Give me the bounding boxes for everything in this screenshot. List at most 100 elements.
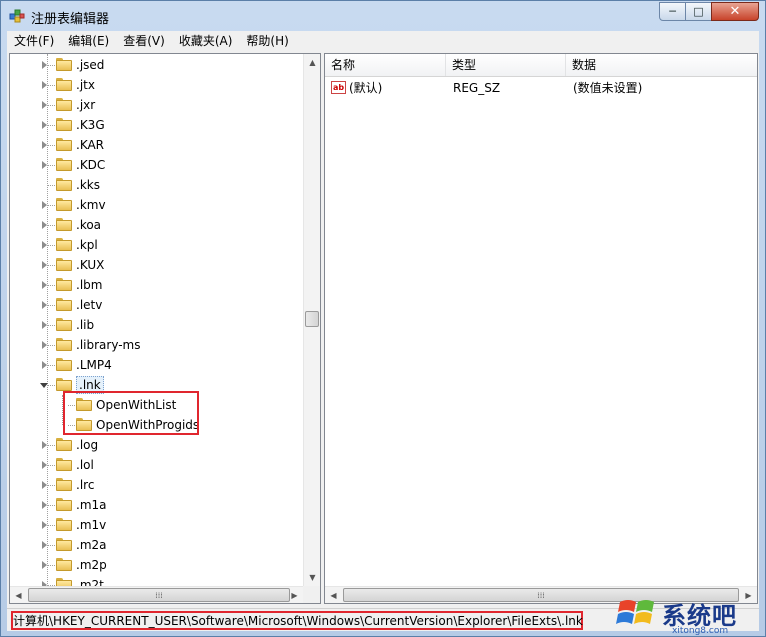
tree-item-label: .log bbox=[76, 438, 99, 452]
expand-arrow-icon[interactable] bbox=[42, 221, 47, 229]
tree-item-label: .jxr bbox=[76, 98, 96, 112]
expand-arrow-icon[interactable] bbox=[42, 121, 47, 129]
tree-item[interactable]: .m2p bbox=[10, 555, 303, 575]
expand-arrow-icon[interactable] bbox=[42, 341, 47, 349]
tree-item[interactable]: .m2t bbox=[10, 575, 303, 586]
folder-icon bbox=[56, 578, 72, 586]
expand-arrow-icon[interactable] bbox=[42, 561, 47, 569]
folder-icon bbox=[56, 538, 72, 551]
maximize-button[interactable]: □ bbox=[685, 2, 712, 21]
tree-item[interactable]: .lbm bbox=[10, 275, 303, 295]
expand-arrow-icon[interactable] bbox=[42, 241, 47, 249]
expand-arrow-icon[interactable] bbox=[42, 61, 47, 69]
values-pane: 名称 类型 数据 ab (默认) REG_SZ (数值未设置) ◀ ⁞⁞⁞ ▶ bbox=[324, 53, 758, 604]
tree-item-label: .LMP4 bbox=[76, 358, 112, 372]
collapse-arrow-icon[interactable] bbox=[40, 383, 48, 388]
tree-item-label: .m1v bbox=[76, 518, 107, 532]
folder-icon bbox=[56, 158, 72, 171]
tree-item[interactable]: .m2a bbox=[10, 535, 303, 555]
tree-item[interactable]: .kmv bbox=[10, 195, 303, 215]
close-button[interactable]: ✕ bbox=[711, 2, 759, 21]
expand-arrow-icon[interactable] bbox=[42, 321, 47, 329]
tree-item[interactable]: .jtx bbox=[10, 75, 303, 95]
expand-arrow-icon[interactable] bbox=[42, 301, 47, 309]
expand-arrow-icon[interactable] bbox=[42, 261, 47, 269]
folder-icon bbox=[56, 58, 72, 71]
expand-arrow-icon[interactable] bbox=[42, 481, 47, 489]
tree-item-label: .jtx bbox=[76, 78, 95, 92]
expand-arrow-icon[interactable] bbox=[42, 541, 47, 549]
tree-item-label: .library-ms bbox=[76, 338, 141, 352]
scroll-left-icon[interactable]: ◀ bbox=[10, 587, 27, 603]
grip-icon: ⁞⁞⁞ bbox=[155, 590, 163, 600]
tree-item[interactable]: .KDC bbox=[10, 155, 303, 175]
scroll-up-icon[interactable]: ▲ bbox=[304, 54, 320, 71]
tree-item[interactable]: .log bbox=[10, 435, 303, 455]
folder-icon bbox=[56, 118, 72, 131]
folder-icon bbox=[56, 138, 72, 151]
tree-horizontal-scrollbar[interactable]: ◀ ⁞⁞⁞ ▶ bbox=[10, 586, 303, 603]
maximize-icon: □ bbox=[693, 5, 704, 18]
tree-item[interactable]: .letv bbox=[10, 295, 303, 315]
tree-item[interactable]: .KAR bbox=[10, 135, 303, 155]
menu-favorites[interactable]: 收藏夹(A) bbox=[172, 31, 240, 51]
tree-item[interactable]: .kks bbox=[10, 175, 303, 195]
expand-arrow-icon[interactable] bbox=[42, 361, 47, 369]
expand-arrow-icon[interactable] bbox=[42, 501, 47, 509]
expand-arrow-icon[interactable] bbox=[42, 141, 47, 149]
expand-arrow-icon[interactable] bbox=[42, 101, 47, 109]
folder-icon bbox=[56, 338, 72, 351]
tree-item[interactable]: .KUX bbox=[10, 255, 303, 275]
folder-icon bbox=[56, 458, 72, 471]
folder-icon bbox=[56, 498, 72, 511]
expand-arrow-icon[interactable] bbox=[42, 161, 47, 169]
window-title: 注册表编辑器 bbox=[31, 12, 110, 27]
expand-arrow-icon[interactable] bbox=[42, 81, 47, 89]
tree-item-label: .m2t bbox=[76, 578, 104, 586]
tree-hscroll-thumb[interactable]: ⁞⁞⁞ bbox=[28, 588, 290, 602]
folder-icon bbox=[56, 278, 72, 291]
menu-help[interactable]: 帮助(H) bbox=[239, 31, 295, 51]
column-data[interactable]: 数据 bbox=[566, 54, 757, 76]
registry-tree: .jsed .jtx .jxr .K3G .KAR .KDC .kks .kmv .koa .kp… bbox=[10, 54, 303, 586]
tree-item[interactable]: .lol bbox=[10, 455, 303, 475]
tree-item[interactable]: .m1a bbox=[10, 495, 303, 515]
column-type[interactable]: 类型 bbox=[446, 54, 566, 76]
tree-item[interactable]: .LMP4 bbox=[10, 355, 303, 375]
menu-file[interactable]: 文件(F) bbox=[7, 31, 61, 51]
minimize-button[interactable]: ─ bbox=[659, 2, 686, 21]
tree-item[interactable]: .library-ms bbox=[10, 335, 303, 355]
expand-arrow-icon[interactable] bbox=[42, 461, 47, 469]
registry-path: 计算机\HKEY_CURRENT_USER\Software\Microsoft… bbox=[13, 614, 583, 628]
tree-item[interactable]: .K3G bbox=[10, 115, 303, 135]
tree-item-label: .K3G bbox=[76, 118, 105, 132]
tree-item-label: .lib bbox=[76, 318, 95, 332]
tree-item[interactable]: .lrc bbox=[10, 475, 303, 495]
ab-string-icon: ab bbox=[331, 81, 346, 94]
tree-item[interactable]: .kpl bbox=[10, 235, 303, 255]
tree-item[interactable]: .lib bbox=[10, 315, 303, 335]
expand-arrow-icon[interactable] bbox=[42, 281, 47, 289]
menu-view[interactable]: 查看(V) bbox=[116, 31, 172, 51]
tree-item[interactable]: .jxr bbox=[10, 95, 303, 115]
folder-icon bbox=[56, 258, 72, 271]
column-name[interactable]: 名称 bbox=[325, 54, 446, 76]
tree-item[interactable]: .m1v bbox=[10, 515, 303, 535]
value-row[interactable]: ab (默认) REG_SZ (数值未设置) bbox=[325, 78, 757, 98]
scroll-right-icon[interactable]: ▶ bbox=[286, 587, 303, 603]
tree-item-label: .koa bbox=[76, 218, 102, 232]
expand-arrow-icon[interactable] bbox=[42, 201, 47, 209]
tree-vertical-scrollbar[interactable]: ▲ ▼ bbox=[303, 54, 320, 586]
tree-item-label: .KAR bbox=[76, 138, 105, 152]
tree-scroll-thumb[interactable] bbox=[305, 311, 319, 327]
tree-item[interactable]: .jsed bbox=[10, 55, 303, 75]
scroll-left-icon[interactable]: ◀ bbox=[325, 587, 342, 603]
menu-edit[interactable]: 编辑(E) bbox=[61, 31, 116, 51]
expand-arrow-icon[interactable] bbox=[42, 521, 47, 529]
tree-item[interactable]: .koa bbox=[10, 215, 303, 235]
scroll-down-icon[interactable]: ▼ bbox=[304, 569, 320, 586]
value-data: (数值未设置) bbox=[573, 81, 643, 95]
expand-arrow-icon[interactable] bbox=[42, 441, 47, 449]
title-bar[interactable]: 注册表编辑器 ─ □ ✕ bbox=[1, 1, 765, 31]
tree-item-label: .lbm bbox=[76, 278, 103, 292]
